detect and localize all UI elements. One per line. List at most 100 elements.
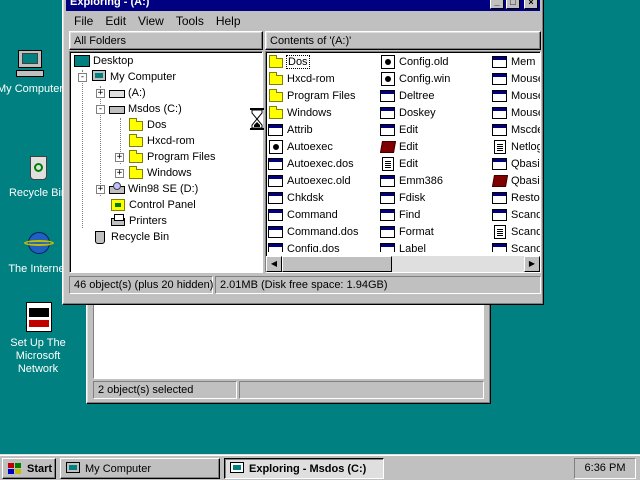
program-icon	[268, 242, 284, 252]
file-item[interactable]: Label	[380, 240, 492, 252]
expand-toggle[interactable]: +	[96, 88, 105, 98]
file-item[interactable]: Hxcd-rom	[268, 70, 380, 87]
file-item[interactable]: Autoexec	[268, 138, 380, 155]
tree-item-label: Printers	[129, 215, 167, 227]
program-icon	[492, 123, 508, 137]
close-button[interactable]: ×	[524, 0, 538, 9]
file-item[interactable]: Mouse	[492, 104, 540, 121]
file-list[interactable]: Dos Hxcd-rom Program Files Windows Attrib Aut…	[265, 51, 541, 273]
scroll-right-button[interactable]: ▶	[524, 256, 540, 272]
file-item-label: Emm386	[399, 174, 444, 187]
file-item[interactable]: Config.old	[380, 53, 492, 70]
desktop-icon-my-computer[interactable]: My Computer	[0, 48, 68, 96]
file-item[interactable]: Autoexec.dos	[268, 155, 380, 172]
my-computer-window[interactable]: 2 object(s) selected	[86, 298, 491, 404]
file-item[interactable]: Mscde	[492, 121, 540, 138]
menu-view[interactable]: View	[132, 14, 170, 28]
folder-tree[interactable]: Desktop - My Computer + (A:) - Msdos (C:…	[69, 51, 263, 273]
expand-toggle[interactable]: +	[115, 152, 124, 162]
tree-item-my-computer[interactable]: - My Computer	[78, 69, 176, 85]
task-label: My Computer	[85, 462, 152, 475]
horizontal-scrollbar[interactable]: ◀ ▶	[266, 256, 540, 272]
file-item[interactable]: Emm386	[380, 172, 492, 189]
tree-item-recycle-bin[interactable]: Recycle Bin	[92, 229, 169, 245]
menu-tools[interactable]: Tools	[170, 14, 210, 28]
all-folders-header: All Folders	[69, 31, 263, 50]
maximize-button[interactable]: □	[506, 0, 520, 9]
file-item[interactable]: Attrib	[268, 121, 380, 138]
task-exploring[interactable]: Exploring - Msdos (C:)	[224, 458, 384, 479]
file-item[interactable]: Mouse	[492, 70, 540, 87]
desktop-icon-msn[interactable]: Set Up The Microsoft Network	[0, 302, 76, 376]
file-item[interactable]: Find	[380, 206, 492, 223]
explorer-title-bar[interactable]: Exploring - (A:) _ □ ×	[66, 0, 540, 11]
file-item[interactable]: Config.dos	[268, 240, 380, 252]
explorer-window[interactable]: Exploring - (A:) _ □ × File Edit View To…	[62, 0, 544, 305]
expand-toggle[interactable]: +	[115, 168, 124, 178]
tree-item-label: My Computer	[110, 71, 177, 83]
file-item-label: Format	[399, 225, 434, 238]
tree-item-drive-c[interactable]: - Msdos (C:)	[96, 101, 182, 117]
file-item[interactable]: Format	[380, 223, 492, 240]
start-button[interactable]: Start	[2, 458, 56, 479]
tree-item-label: Dos	[147, 119, 167, 131]
menu-file[interactable]: File	[66, 14, 99, 28]
file-item[interactable]: Deltree	[380, 87, 492, 104]
file-item[interactable]: Program Files	[268, 87, 380, 104]
file-item[interactable]: Qbasic	[492, 155, 540, 172]
computer-icon	[91, 70, 107, 84]
file-item[interactable]: Scand	[492, 223, 540, 240]
scroll-left-button[interactable]: ◀	[266, 256, 282, 272]
tree-item-drive-d[interactable]: + Win98 SE (D:)	[96, 181, 198, 197]
file-item-label: Edit	[399, 157, 418, 170]
file-item-label: Autoexec.dos	[287, 157, 354, 170]
program-icon	[492, 72, 508, 86]
file-item[interactable]: Command	[268, 206, 380, 223]
file-item[interactable]: Scand	[492, 240, 540, 252]
menu-bar: File Edit View Tools Help	[66, 12, 540, 30]
tree-item-desktop[interactable]: Desktop	[74, 53, 133, 69]
file-column: Mem Mouse Mouse Mouse Mscde Netlog Qbasic Qbasi…	[491, 53, 540, 252]
my-computer-content-pane[interactable]	[93, 301, 484, 379]
program-icon	[492, 191, 508, 205]
file-item[interactable]: Chkdsk	[268, 189, 380, 206]
tree-item-program-files[interactable]: + Program Files	[115, 149, 215, 165]
file-item[interactable]: Command.dos	[268, 223, 380, 240]
file-item[interactable]: Edit	[379, 138, 492, 155]
file-item[interactable]: Fdisk	[380, 189, 492, 206]
file-item-label: Scand	[511, 208, 540, 221]
file-item[interactable]: Restor	[492, 189, 540, 206]
scroll-thumb[interactable]	[282, 256, 392, 272]
file-column: Config.old Config.win Deltree Doskey Edit Edi…	[379, 53, 492, 252]
file-item[interactable]: Mem	[492, 53, 540, 70]
status-panel-empty	[239, 381, 484, 399]
system-tray-clock[interactable]: 6:36 PM	[574, 458, 636, 479]
collapse-toggle[interactable]: -	[78, 72, 87, 82]
file-item[interactable]: Dos	[268, 53, 380, 70]
file-item[interactable]: Qbasic	[491, 172, 540, 189]
minimize-button[interactable]: _	[490, 0, 504, 9]
file-item[interactable]: Scand	[492, 206, 540, 223]
tree-item-drive-a[interactable]: + (A:)	[96, 85, 146, 101]
tree-item-hxcd-rom[interactable]: Hxcd-rom	[128, 133, 195, 149]
collapse-toggle[interactable]: -	[96, 104, 105, 114]
file-item[interactable]: Doskey	[380, 104, 492, 121]
file-item[interactable]: Autoexec.old	[268, 172, 380, 189]
file-item[interactable]: Config.win	[380, 70, 492, 87]
file-item-label: Config.old	[399, 55, 449, 68]
tree-item-printers[interactable]: Printers	[110, 213, 167, 229]
program-icon	[492, 157, 508, 171]
expand-toggle[interactable]: +	[96, 184, 105, 194]
file-item-label: Autoexec	[287, 140, 333, 153]
tree-item-control-panel[interactable]: Control Panel	[110, 197, 196, 213]
menu-edit[interactable]: Edit	[99, 14, 132, 28]
file-item[interactable]: Netlog	[492, 138, 540, 155]
task-my-computer[interactable]: My Computer	[60, 458, 220, 479]
file-item[interactable]: Windows	[268, 104, 380, 121]
tree-item-dos[interactable]: Dos	[128, 117, 167, 133]
file-item[interactable]: Edit	[380, 155, 492, 172]
file-item[interactable]: Mouse	[492, 87, 540, 104]
file-item[interactable]: Edit	[380, 121, 492, 138]
menu-help[interactable]: Help	[210, 14, 247, 28]
tree-item-windows[interactable]: + Windows	[115, 165, 192, 181]
